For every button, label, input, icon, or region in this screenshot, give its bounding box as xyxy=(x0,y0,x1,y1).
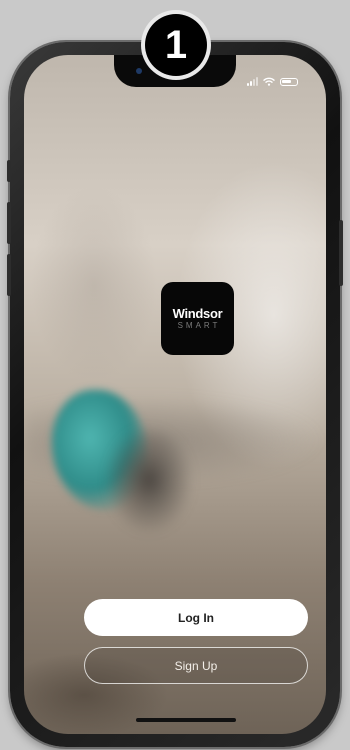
camera-dot xyxy=(136,68,142,74)
sign-up-button[interactable]: Sign Up xyxy=(84,647,308,684)
status-bar xyxy=(247,77,298,86)
power-button xyxy=(339,220,343,286)
home-indicator[interactable] xyxy=(136,718,236,722)
volume-up-button xyxy=(7,202,11,244)
wifi-icon xyxy=(263,77,275,86)
cellular-signal-icon xyxy=(247,77,258,86)
logo-subtitle: SMART xyxy=(177,320,221,330)
battery-icon xyxy=(280,77,298,86)
app-logo: Windsor SMART xyxy=(161,282,234,355)
log-in-button[interactable]: Log In xyxy=(84,599,308,636)
logo-wordmark: Windsor xyxy=(172,305,223,321)
app-screen: Windsor SMART Log In Sign Up xyxy=(24,55,326,734)
background-blur xyxy=(104,425,194,535)
phone-frame: Windsor SMART Log In Sign Up xyxy=(7,42,343,747)
volume-down-button xyxy=(7,254,11,296)
silent-switch xyxy=(7,160,11,182)
step-number-badge: 1 xyxy=(145,14,207,76)
